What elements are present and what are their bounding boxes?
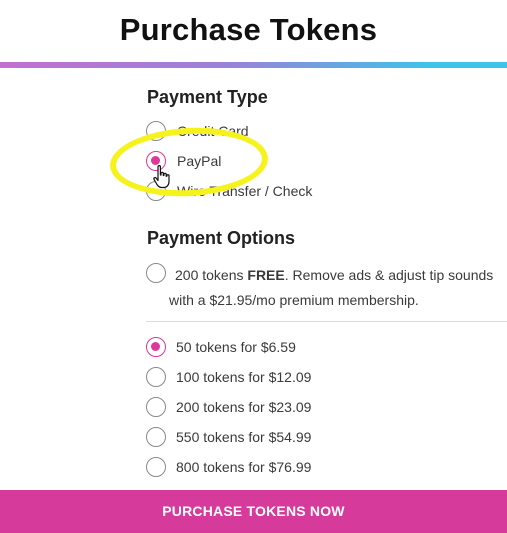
- package-option-200[interactable]: 200 tokens for $23.09: [146, 395, 311, 419]
- page-title: Purchase Tokens: [119, 12, 378, 47]
- package-800-label: 800 tokens for $76.99: [176, 459, 312, 475]
- membership-amount: 200 tokens: [175, 267, 244, 283]
- purchase-tokens-button[interactable]: PURCHASE TOKENS NOW: [0, 490, 507, 533]
- package-550-radio[interactable]: [146, 427, 166, 447]
- package-800-radio[interactable]: [146, 457, 166, 477]
- payment-options-heading: Payment Options: [147, 228, 296, 248]
- hand-pointer-icon: [153, 165, 170, 189]
- package-option-50[interactable]: 50 tokens for $6.59: [146, 335, 296, 359]
- package-100-radio[interactable]: [146, 367, 166, 387]
- package-200-radio[interactable]: [146, 397, 166, 417]
- membership-free-emphasis: FREE: [247, 267, 285, 283]
- package-option-800[interactable]: 800 tokens for $76.99: [146, 455, 311, 479]
- payment-type-heading: Payment Type: [147, 87, 268, 107]
- package-option-550[interactable]: 550 tokens for $54.99: [146, 425, 311, 449]
- membership-radio[interactable]: [146, 263, 166, 283]
- options-divider: [146, 321, 507, 322]
- membership-text-rest: . Remove ads & adjust tip sounds: [284, 267, 494, 283]
- membership-description: 200 tokens FREE. Remove ads & adjust tip…: [169, 263, 507, 313]
- membership-text-line2: with a $21.95/mo premium membership.: [169, 292, 419, 308]
- package-200-label: 200 tokens for $23.09: [176, 399, 312, 415]
- package-50-label: 50 tokens for $6.59: [176, 339, 296, 355]
- package-50-radio[interactable]: [146, 337, 166, 357]
- package-100-label: 100 tokens for $12.09: [176, 369, 312, 385]
- header-gradient-divider: [0, 62, 507, 68]
- package-550-label: 550 tokens for $54.99: [176, 429, 312, 445]
- package-option-100[interactable]: 100 tokens for $12.09: [146, 365, 311, 389]
